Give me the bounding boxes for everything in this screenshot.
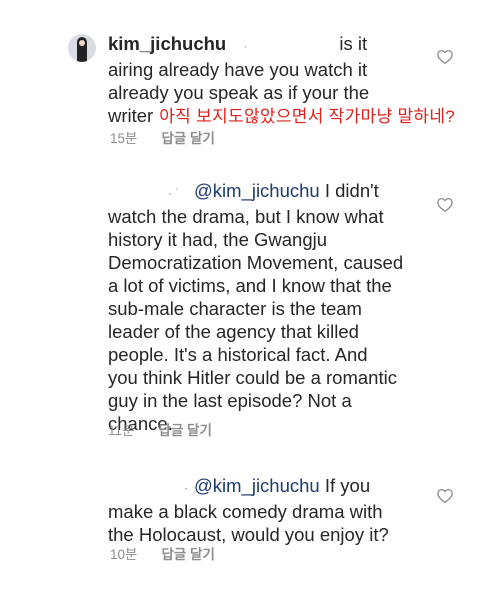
- comment-text-line: you think Hitler could be a romantic: [108, 367, 397, 388]
- comment-timestamp: 10분: [110, 547, 138, 562]
- mention-link[interactable]: @kim_jichuchu: [194, 475, 320, 496]
- comment-text-line: history it had, the Gwangju: [108, 229, 328, 250]
- mention-link[interactable]: @kim_jichuchu: [194, 180, 320, 201]
- heart-icon[interactable]: [436, 48, 454, 66]
- comment-text-line: sub-male character is the team: [108, 298, 362, 319]
- comment-body: · @kim_jichuchu If you make a black come…: [108, 474, 458, 546]
- redacted-dot: ·: [243, 39, 248, 53]
- comment-text-line: If you: [324, 475, 371, 496]
- comment-text-line: leader of the agency that killed: [108, 321, 359, 342]
- heart-icon[interactable]: [436, 196, 454, 214]
- comment-text-line: is it: [339, 33, 368, 54]
- comment-text-line: I didn't: [324, 180, 379, 201]
- redacted-dot: ·: [184, 481, 188, 495]
- comment-text-line: writer: [108, 105, 154, 126]
- comment-timestamp: 11분: [108, 423, 135, 438]
- comment-text-line: watch the drama, but I know what: [108, 206, 384, 227]
- reply-button[interactable]: 답글 달기: [158, 423, 211, 438]
- comment-text-line: make a black comedy drama with: [108, 501, 383, 522]
- comment-body: · ˙ @kim_jichuchu I didn't watch the dra…: [108, 179, 458, 435]
- comment-text-line: people. It's a historical fact. And: [108, 344, 368, 365]
- reply-button[interactable]: 답글 달기: [161, 547, 214, 562]
- comment-username[interactable]: kim_jichuchu: [108, 33, 226, 54]
- comment-text-line: the Holocaust, would you enjoy it?: [108, 524, 389, 545]
- reply-button[interactable]: 답글 달기: [161, 131, 214, 146]
- comment-text-line: a lot of victims, and I know that the: [108, 275, 392, 296]
- translation-annotation: 아직 보지도않았으면서 작가마냥 말하네?: [159, 107, 456, 126]
- comment-meta: 10분 답글 달기: [110, 543, 215, 563]
- comment-text-line: guy in the last episode? Not a: [108, 390, 352, 411]
- comment-text-line: airing already have you watch it: [108, 59, 368, 80]
- comment-meta: 11분 답글 달기: [108, 419, 212, 439]
- comment-text-line: already you speak as if your the: [108, 82, 370, 103]
- comment-body: kim_jichuchu · is it airing already have…: [108, 32, 458, 128]
- comment-meta: 15분 답글 달기: [110, 127, 215, 147]
- comment-timestamp: 15분: [110, 131, 138, 146]
- redacted-dot: · ˙: [168, 186, 180, 200]
- comment-text-line: Democratization Movement, caused: [108, 252, 404, 273]
- avatar[interactable]: [68, 34, 96, 62]
- heart-icon[interactable]: [436, 487, 454, 505]
